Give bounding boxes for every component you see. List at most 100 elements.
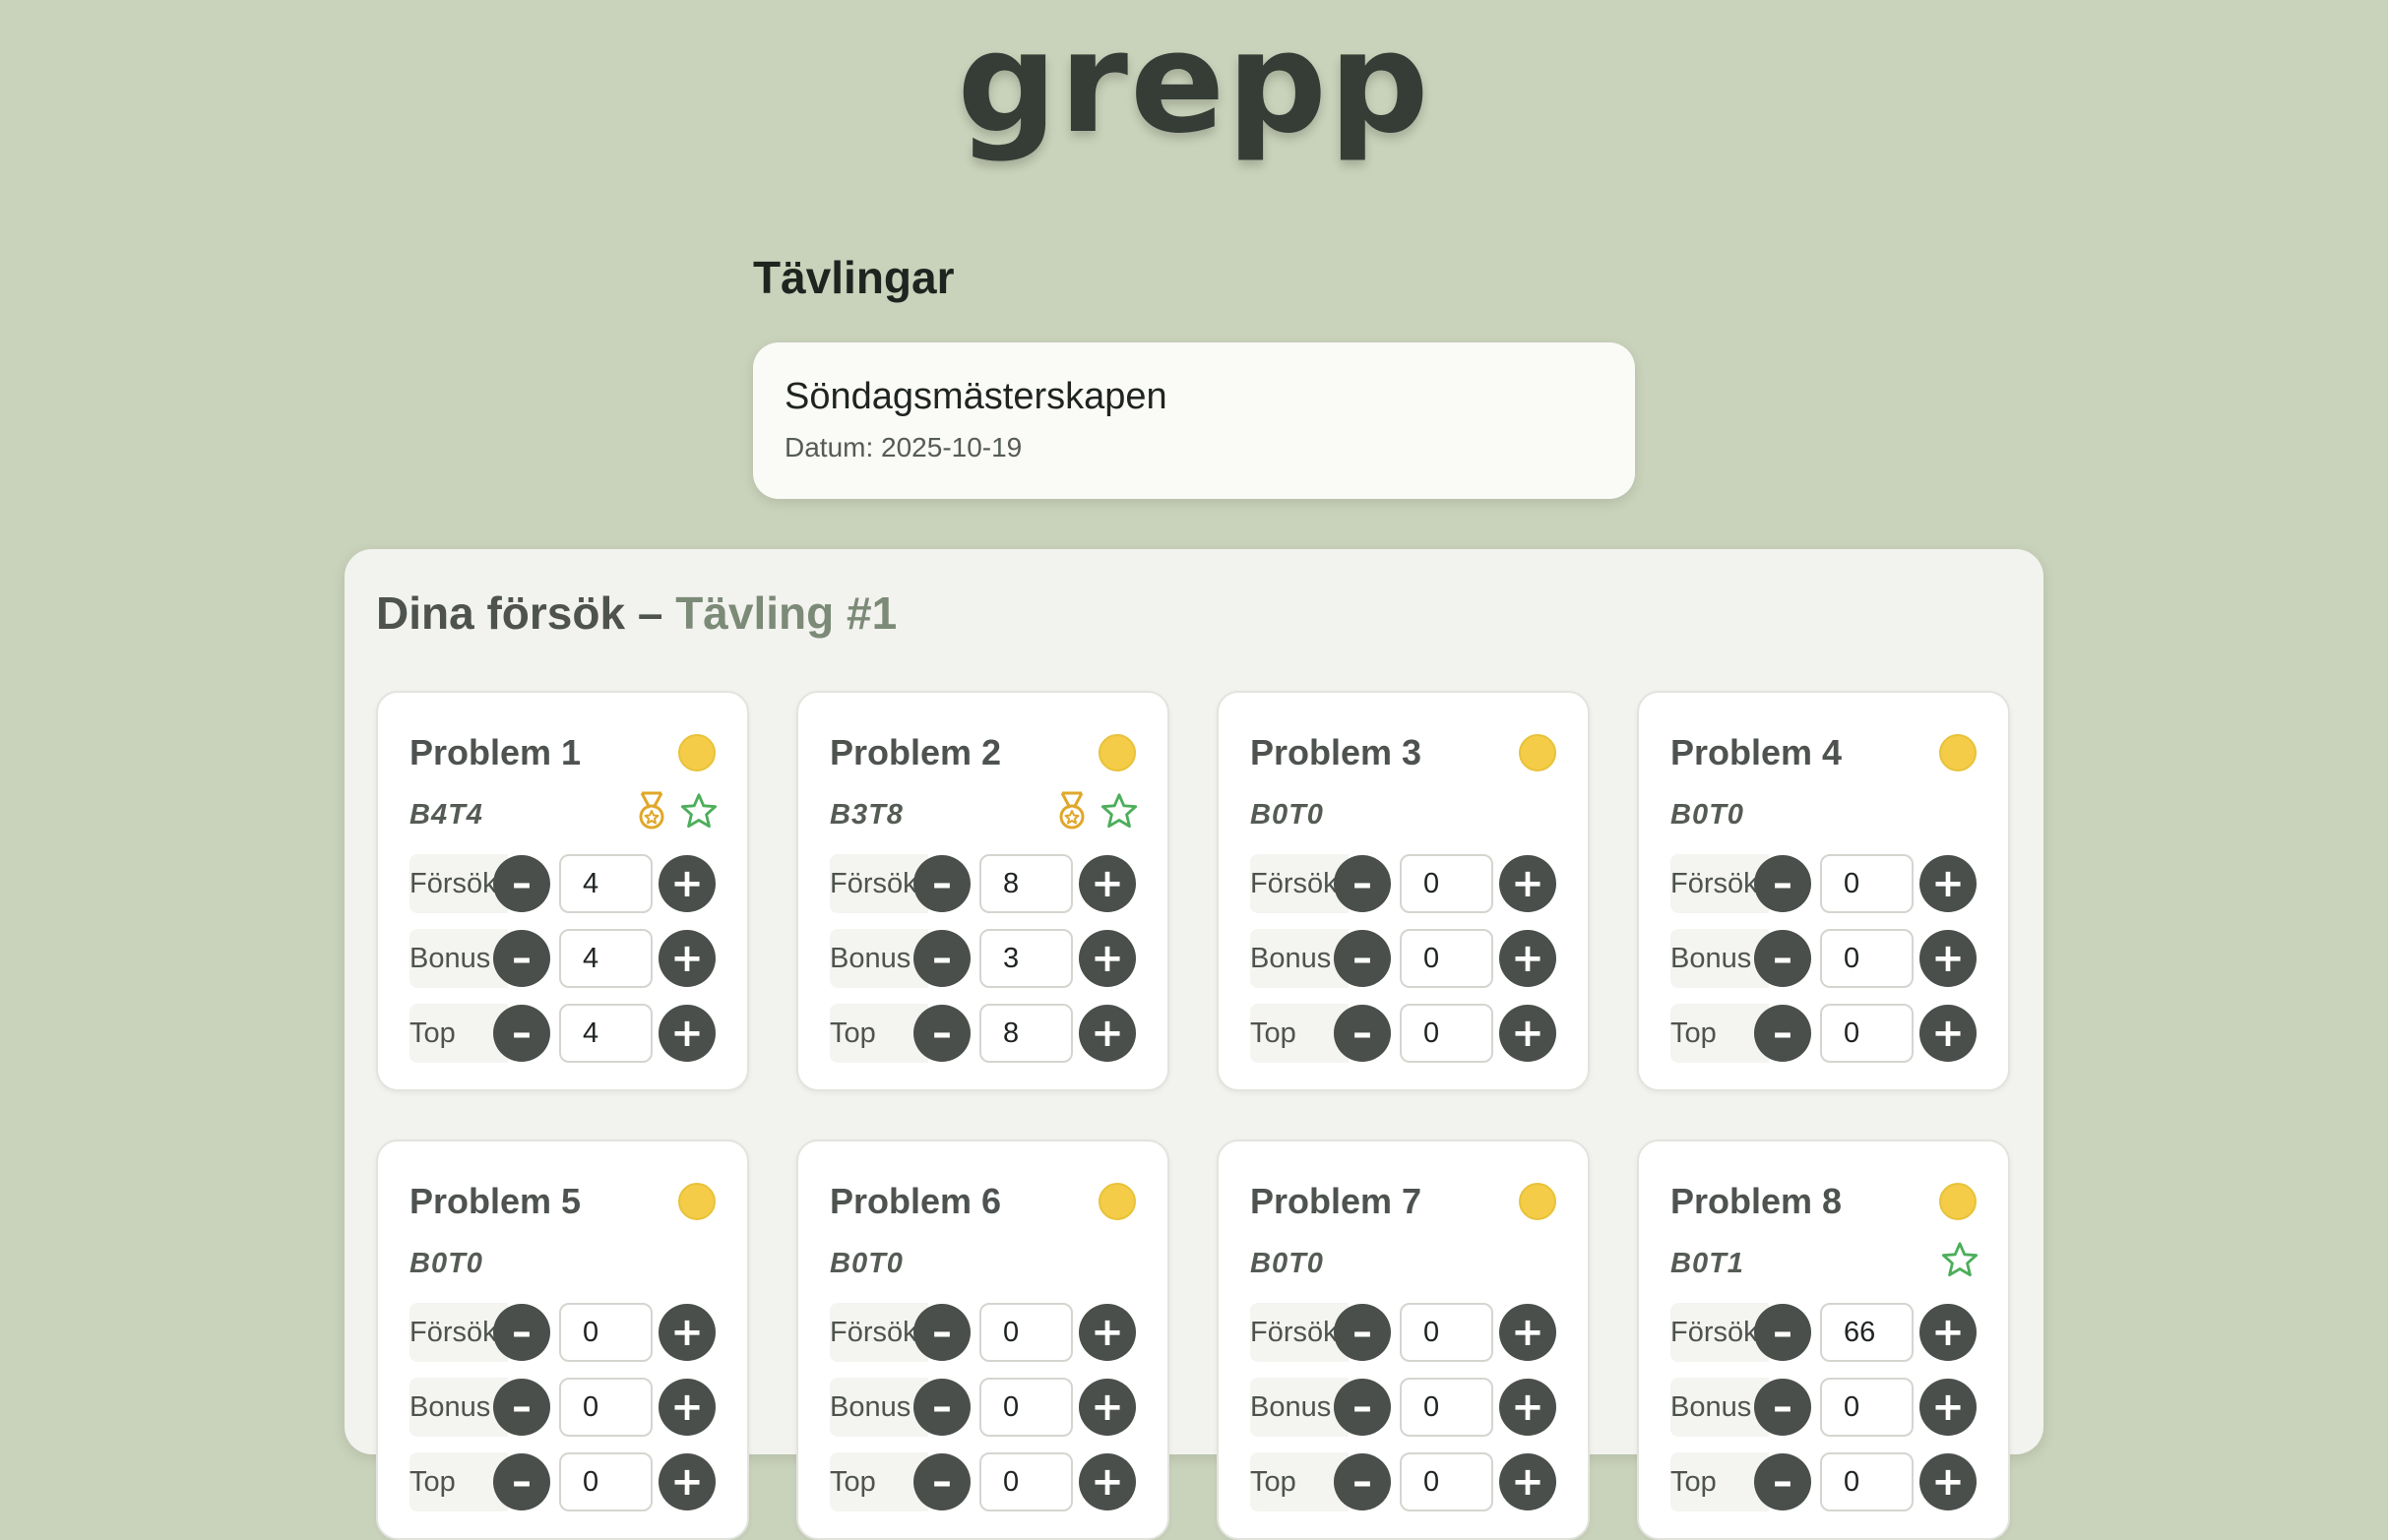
- increment-top-button[interactable]: +: [1499, 1005, 1556, 1062]
- forsok-input[interactable]: [1400, 854, 1493, 913]
- badges: [1941, 1240, 1979, 1279]
- top-input[interactable]: [979, 1452, 1073, 1511]
- bonus-input[interactable]: [979, 929, 1073, 988]
- decrement-top-button[interactable]: –: [913, 1005, 971, 1062]
- decrement-forsok-button[interactable]: –: [913, 1304, 971, 1361]
- attempts-heading-competition: Tävling #1: [675, 587, 898, 639]
- decrement-top-button[interactable]: –: [913, 1453, 971, 1510]
- decrement-bonus-button[interactable]: –: [1334, 1379, 1391, 1436]
- counter-row-bonus: Bonus–+: [830, 1378, 1141, 1437]
- bonus-input[interactable]: [1820, 1378, 1914, 1437]
- decrement-bonus-button[interactable]: –: [493, 930, 550, 987]
- decrement-forsok-button[interactable]: –: [1754, 1304, 1811, 1361]
- forsok-input[interactable]: [1820, 1303, 1914, 1362]
- increment-top-button[interactable]: +: [1079, 1005, 1136, 1062]
- increment-top-button[interactable]: +: [1499, 1453, 1556, 1510]
- increment-forsok-button[interactable]: +: [1079, 855, 1136, 912]
- counter-row-top: Top–+: [1670, 1452, 1981, 1511]
- problem-card: Problem 6B0T0Försök–+Bonus–+Top–+: [796, 1140, 1169, 1540]
- increment-forsok-button[interactable]: +: [659, 855, 716, 912]
- decrement-top-button[interactable]: –: [1754, 1005, 1811, 1062]
- decrement-forsok-button[interactable]: –: [1334, 1304, 1391, 1361]
- problem-title: Problem 5: [409, 1181, 582, 1221]
- increment-forsok-button[interactable]: +: [1919, 855, 1977, 912]
- problem-score-code: B0T0: [1250, 799, 1324, 831]
- counter-row-top: Top–+: [830, 1452, 1141, 1511]
- competition-card[interactable]: Söndagsmästerskapen Datum: 2025-10-19: [753, 342, 1635, 499]
- forsok-input[interactable]: [979, 1303, 1073, 1362]
- increment-bonus-button[interactable]: +: [1079, 1379, 1136, 1436]
- decrement-bonus-button[interactable]: –: [1334, 930, 1391, 987]
- top-input[interactable]: [559, 1452, 653, 1511]
- decrement-top-button[interactable]: –: [1334, 1453, 1391, 1510]
- counter-row-top: Top–+: [409, 1452, 721, 1511]
- counter-row-forsok: Försök–+: [830, 854, 1141, 913]
- bonus-input[interactable]: [1820, 929, 1914, 988]
- increment-top-button[interactable]: +: [1079, 1453, 1136, 1510]
- problem-score-code: B0T0: [830, 1248, 904, 1279]
- bonus-input[interactable]: [979, 1378, 1073, 1437]
- counter-row-forsok: Försök–+: [409, 854, 721, 913]
- bonus-input[interactable]: [1400, 929, 1493, 988]
- increment-top-button[interactable]: +: [1919, 1453, 1977, 1510]
- decrement-top-button[interactable]: –: [1334, 1005, 1391, 1062]
- decrement-top-button[interactable]: –: [1754, 1453, 1811, 1510]
- increment-top-button[interactable]: +: [659, 1005, 716, 1062]
- counter-row-bonus: Bonus–+: [1670, 1378, 1981, 1437]
- increment-forsok-button[interactable]: +: [1919, 1304, 1977, 1361]
- forsok-input[interactable]: [559, 1303, 653, 1362]
- top-input[interactable]: [559, 1004, 653, 1063]
- decrement-bonus-button[interactable]: –: [913, 930, 971, 987]
- badges: [1053, 791, 1138, 831]
- forsok-input[interactable]: [979, 854, 1073, 913]
- increment-bonus-button[interactable]: +: [1919, 930, 1977, 987]
- bonus-input[interactable]: [1400, 1378, 1493, 1437]
- increment-top-button[interactable]: +: [659, 1453, 716, 1510]
- decrement-forsok-button[interactable]: –: [493, 1304, 550, 1361]
- counter-row-top: Top–+: [1250, 1004, 1561, 1063]
- top-input[interactable]: [1820, 1004, 1914, 1063]
- increment-forsok-button[interactable]: +: [1499, 1304, 1556, 1361]
- forsok-input[interactable]: [1400, 1303, 1493, 1362]
- decrement-forsok-button[interactable]: –: [493, 855, 550, 912]
- top-input[interactable]: [1400, 1452, 1493, 1511]
- decrement-bonus-button[interactable]: –: [493, 1379, 550, 1436]
- bonus-input[interactable]: [559, 929, 653, 988]
- increment-forsok-button[interactable]: +: [1499, 855, 1556, 912]
- decrement-bonus-button[interactable]: –: [913, 1379, 971, 1436]
- increment-bonus-button[interactable]: +: [1079, 930, 1136, 987]
- problem-title: Problem 8: [1670, 1181, 1843, 1221]
- increment-bonus-button[interactable]: +: [1499, 930, 1556, 987]
- competition-date: Datum: 2025-10-19: [785, 432, 1023, 462]
- decrement-forsok-button[interactable]: –: [1754, 855, 1811, 912]
- forsok-input[interactable]: [1820, 854, 1914, 913]
- decrement-bonus-button[interactable]: –: [1754, 930, 1811, 987]
- decrement-bonus-button[interactable]: –: [1754, 1379, 1811, 1436]
- forsok-input[interactable]: [559, 854, 653, 913]
- decrement-top-button[interactable]: –: [493, 1453, 550, 1510]
- top-input[interactable]: [979, 1004, 1073, 1063]
- top-input[interactable]: [1400, 1004, 1493, 1063]
- attempts-panel: Dina försök – Tävling #1 Problem 1 B4T4 Fö…: [345, 549, 2043, 1540]
- competitions-heading: Tävlingar: [753, 252, 955, 303]
- counter-row-bonus: Bonus–+: [1250, 1378, 1561, 1437]
- increment-top-button[interactable]: +: [1919, 1005, 1977, 1062]
- increment-bonus-button[interactable]: +: [659, 930, 716, 987]
- problem-score-code: B0T0: [409, 1248, 483, 1279]
- status-dot: [1519, 1183, 1556, 1220]
- increment-bonus-button[interactable]: +: [1919, 1379, 1977, 1436]
- counter-row-forsok: Försök–+: [409, 1303, 721, 1362]
- decrement-forsok-button[interactable]: –: [1334, 855, 1391, 912]
- bonus-input[interactable]: [559, 1378, 653, 1437]
- status-dot: [1939, 1183, 1977, 1220]
- increment-forsok-button[interactable]: +: [659, 1304, 716, 1361]
- increment-bonus-button[interactable]: +: [659, 1379, 716, 1436]
- increment-forsok-button[interactable]: +: [1079, 1304, 1136, 1361]
- top-input[interactable]: [1820, 1452, 1914, 1511]
- increment-bonus-button[interactable]: +: [1499, 1379, 1556, 1436]
- decrement-forsok-button[interactable]: –: [913, 855, 971, 912]
- problem-score-code: B4T4: [409, 799, 483, 831]
- problem-card: Problem 7B0T0Försök–+Bonus–+Top–+: [1217, 1140, 1590, 1540]
- decrement-top-button[interactable]: –: [493, 1005, 550, 1062]
- status-dot: [1099, 1183, 1136, 1220]
